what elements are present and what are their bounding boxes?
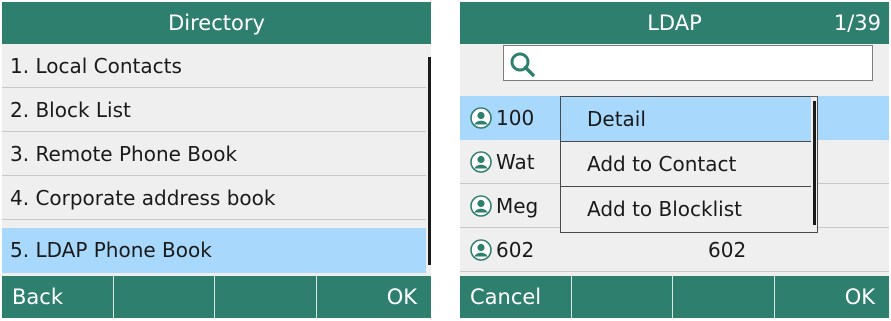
menu-item-label: Detail [587,107,646,131]
menu-scrollbar[interactable] [813,101,816,225]
directory-item-block-list[interactable]: 2. Block List [2,88,426,132]
softkey-3[interactable] [672,276,774,318]
contact-icon [470,239,492,261]
menu-item-label: Add to Blocklist [587,197,742,221]
softkey-2[interactable] [570,276,673,318]
menu-item-detail[interactable]: Detail [561,97,811,142]
contact-name: 100 [496,106,535,130]
directory-item-local-contacts[interactable]: 1. Local Contacts [2,44,426,88]
softkey-2[interactable] [112,276,215,318]
contact-icon [470,107,492,129]
contact-icon [470,151,492,173]
softkey-3[interactable] [214,276,316,318]
ldap-screen: LDAP 1/39 100 Wat Meg 602 602 Detail Add… [460,2,889,318]
list-item-label: 4. Corporate address book [10,186,276,210]
cancel-softkey[interactable]: Cancel [460,276,571,318]
menu-item-add-to-blocklist[interactable]: Add to Blocklist [561,187,811,232]
ok-softkey[interactable]: OK [315,276,432,318]
search-input[interactable] [538,48,868,78]
directory-item-ldap-phone-book[interactable]: 5. LDAP Phone Book [2,228,426,273]
menu-item-label: Add to Contact [587,152,737,176]
list-item-label: 2. Block List [10,98,131,122]
list-scrollbar[interactable] [428,57,431,265]
directory-item-remote-phone-book[interactable]: 3. Remote Phone Book [2,132,426,176]
contact-name: Meg [496,194,539,218]
menu-item-add-to-contact[interactable]: Add to Contact [561,142,811,187]
search-icon [510,52,535,77]
ok-softkey[interactable]: OK [773,276,890,318]
page-title: LDAP [647,11,702,35]
list-item-label: 3. Remote Phone Book [10,142,238,166]
contact-icon [470,195,492,217]
directory-screen: Directory 1. Local Contacts 2. Block Lis… [2,2,431,318]
list-item-label: 1. Local Contacts [10,54,182,78]
page-counter: 1/39 [833,11,881,35]
back-softkey[interactable]: Back [2,276,113,318]
directory-item-corporate-address-book[interactable]: 4. Corporate address book [2,176,426,220]
ldap-title-bar: LDAP 1/39 [460,2,889,44]
contact-options-menu: Detail Add to Contact Add to Blocklist [560,96,818,233]
search-box[interactable] [503,45,873,81]
softkey-bar: Back OK [2,276,431,318]
contact-name: 602 [496,238,535,262]
contact-number: 602 [708,238,747,262]
page-title: Directory [168,11,265,35]
contact-name: Wat [496,150,535,174]
list-item-label: 5. LDAP Phone Book [10,238,212,262]
softkey-bar: Cancel OK [460,276,889,318]
directory-title-bar: Directory [2,2,431,44]
contact-row-602[interactable]: 602 602 [460,228,889,272]
